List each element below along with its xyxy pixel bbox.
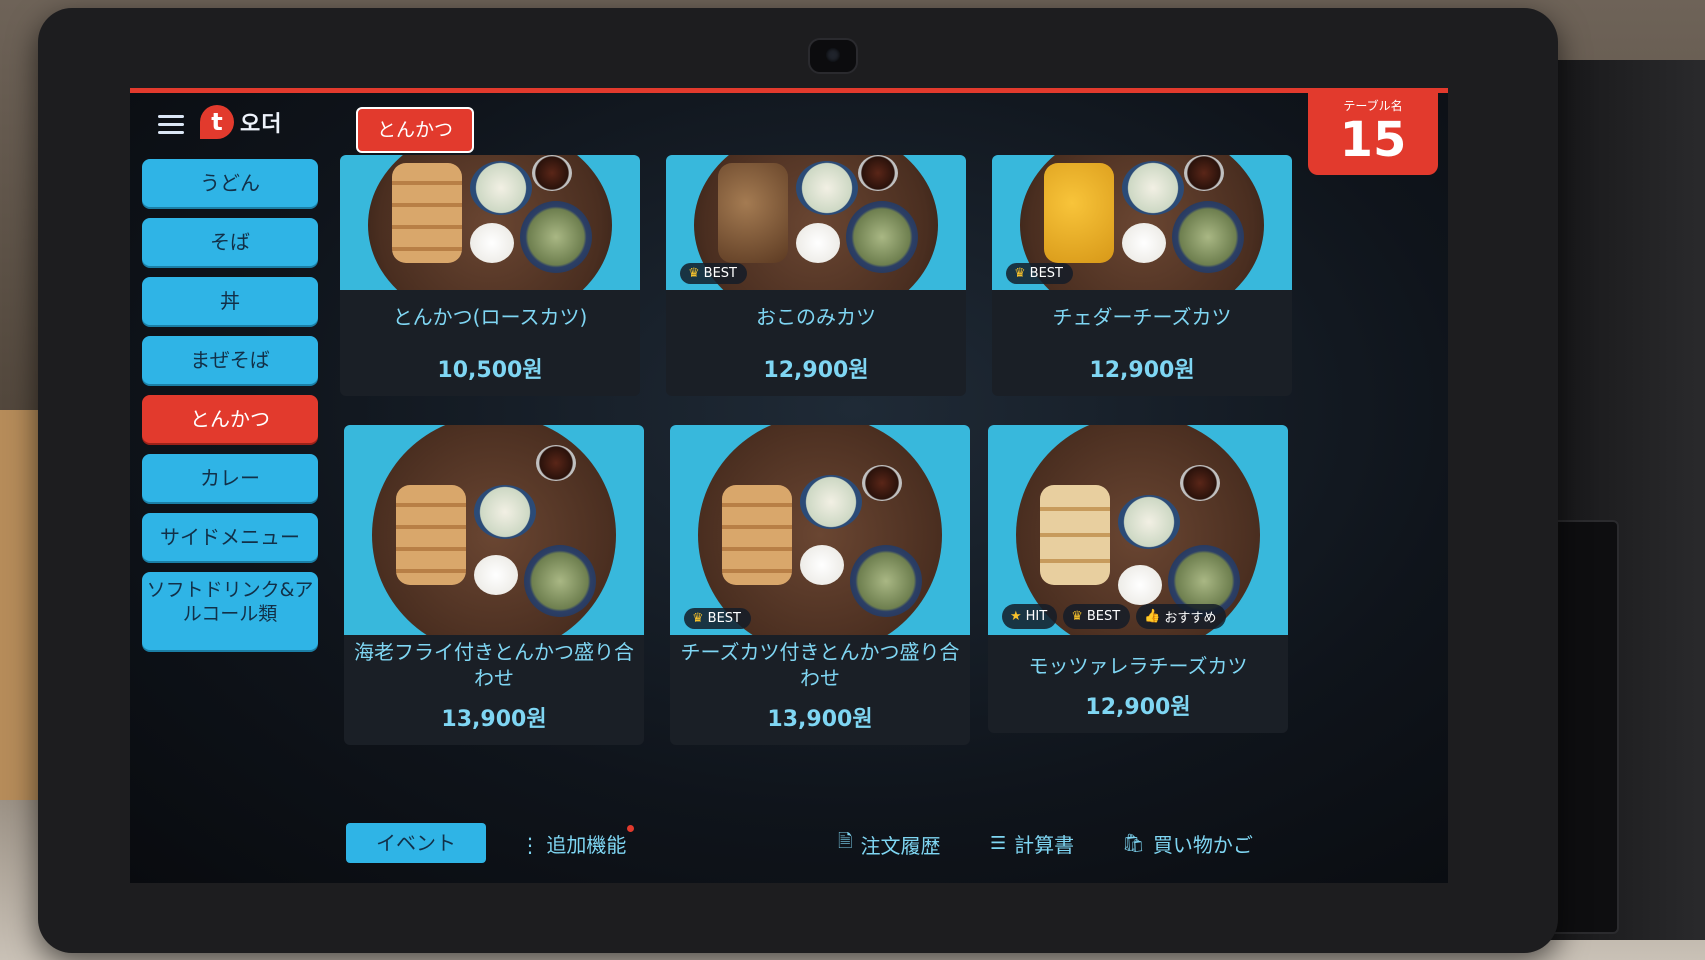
order-history-label: 注文履歴 xyxy=(860,833,941,858)
crown-icon: ♛ xyxy=(1071,609,1083,624)
table-number-box: テーブル名 15 xyxy=(1308,93,1438,175)
sidebar-item-side-menu[interactable]: サイドメニュー xyxy=(142,513,318,561)
front-camera xyxy=(808,38,858,74)
menu-item-price: 10,500원 xyxy=(437,358,543,383)
bottom-bar: イベント ⋮ 追加機能 🗎 注文履歴 ☰ 計算書 🛍 買い物かご xyxy=(130,813,1448,883)
best-badge: ♛ BEST xyxy=(684,608,751,629)
shopping-bag-icon: 🛍 xyxy=(1122,833,1145,854)
menu-item-name: モッツァレラチーズカツ xyxy=(1028,654,1248,678)
extra-functions-button[interactable]: ⋮ 追加機能 xyxy=(520,825,635,858)
document-icon: 🗎 xyxy=(838,831,853,852)
menu-item-price: 12,900원 xyxy=(1089,358,1195,383)
sidebar-item-curry[interactable]: カレー xyxy=(142,454,318,502)
menu-item-price: 13,900원 xyxy=(441,707,547,732)
sidebar-item-drinks[interactable]: ソフトドリンク&アルコール類 xyxy=(142,572,318,650)
hit-badge: ★ HIT xyxy=(1002,604,1058,629)
menu-item-price: 12,900원 xyxy=(1085,695,1191,720)
menu-item-price: 12,900원 xyxy=(763,358,869,383)
event-button[interactable]: イベント xyxy=(346,823,486,863)
menu-card[interactable]: 海老フライ付きとんかつ盛り合わせ 13,900원 xyxy=(344,425,644,745)
sidebar-item-mazesoba[interactable]: まぜそば xyxy=(142,336,318,384)
cart-label: 買い物かご xyxy=(1152,833,1253,857)
menu-card[interactable]: ★ HIT ♛ BEST 👍 おすすめ モッツァレラチーズカツ 12,900원 xyxy=(988,425,1288,733)
menu-item-photo xyxy=(344,425,644,635)
cart-button[interactable]: 🛍 買い物かご xyxy=(1122,829,1253,858)
crown-icon: ♛ xyxy=(692,611,704,626)
menu-card[interactable]: とんかつ(ロースカツ) 10,500원 xyxy=(340,155,640,396)
menu-item-photo xyxy=(340,155,640,290)
menu-item-name: チーズカツ付きとんかつ盛り合わせ xyxy=(680,640,960,690)
recommend-badge: 👍 おすすめ xyxy=(1136,604,1227,629)
receipt-icon: ☰ xyxy=(990,833,1007,854)
app-logo: t 오더 xyxy=(200,105,282,139)
menu-item-photo: ♛ BEST xyxy=(992,155,1292,290)
menu-item-photo: ★ HIT ♛ BEST 👍 おすすめ xyxy=(988,425,1288,635)
crown-icon: ♛ xyxy=(688,266,700,281)
thumbs-up-icon: 👍 xyxy=(1144,609,1161,624)
menu-item-photo: ♛ BEST xyxy=(670,425,970,635)
menu-item-photo: ♛ BEST xyxy=(666,155,966,290)
hamburger-menu-icon[interactable] xyxy=(158,115,184,135)
best-badge: ♛ BEST xyxy=(1006,263,1073,284)
menu-item-name: チェダーチーズカツ xyxy=(1052,305,1232,329)
sidebar-item-tonkatsu[interactable]: とんかつ xyxy=(142,395,318,443)
logo-badge: t xyxy=(200,105,234,139)
logo-text: 오더 xyxy=(240,112,283,137)
star-icon: ★ xyxy=(1010,609,1022,624)
menu-item-price: 13,900원 xyxy=(767,707,873,732)
menu-item-name: おこのみカツ xyxy=(756,305,876,329)
crown-icon: ♛ xyxy=(1014,266,1026,281)
table-number: 15 xyxy=(1339,112,1407,168)
menu-item-name: 海老フライ付きとんかつ盛り合わせ xyxy=(354,640,634,690)
best-badge: ♛ BEST xyxy=(1063,604,1131,629)
menu-card[interactable]: ♛ BEST チーズカツ付きとんかつ盛り合わせ 13,900원 xyxy=(670,425,970,745)
notification-dot xyxy=(627,825,635,832)
kiosk-screen: t 오더 とんかつ テーブル名 15 うどん そば 丼 まぜそば とんかつ カレ… xyxy=(130,88,1448,883)
extra-functions-label: 追加機能 xyxy=(546,833,627,857)
menu-item-name: とんかつ(ロースカツ) xyxy=(392,305,588,329)
bill-button[interactable]: ☰ 計算書 xyxy=(990,829,1074,858)
menu-card[interactable]: ♛ BEST チェダーチーズカツ 12,900원 xyxy=(992,155,1292,396)
menu-card[interactable]: ♛ BEST おこのみカツ 12,900원 xyxy=(666,155,966,396)
current-category-tag: とんかつ xyxy=(356,107,474,153)
bill-label: 計算書 xyxy=(1014,833,1075,857)
sidebar-item-udon[interactable]: うどん xyxy=(142,159,318,207)
order-history-button[interactable]: 🗎 注文履歴 xyxy=(838,829,940,859)
best-badge: ♛ BEST xyxy=(680,263,747,284)
category-sidebar: うどん そば 丼 まぜそば とんかつ カレー サイドメニュー ソフトドリンク&ア… xyxy=(142,159,318,661)
sidebar-item-don[interactable]: 丼 xyxy=(142,277,318,325)
vertical-dots-icon: ⋮ xyxy=(520,833,540,857)
sidebar-item-soba[interactable]: そば xyxy=(142,218,318,266)
